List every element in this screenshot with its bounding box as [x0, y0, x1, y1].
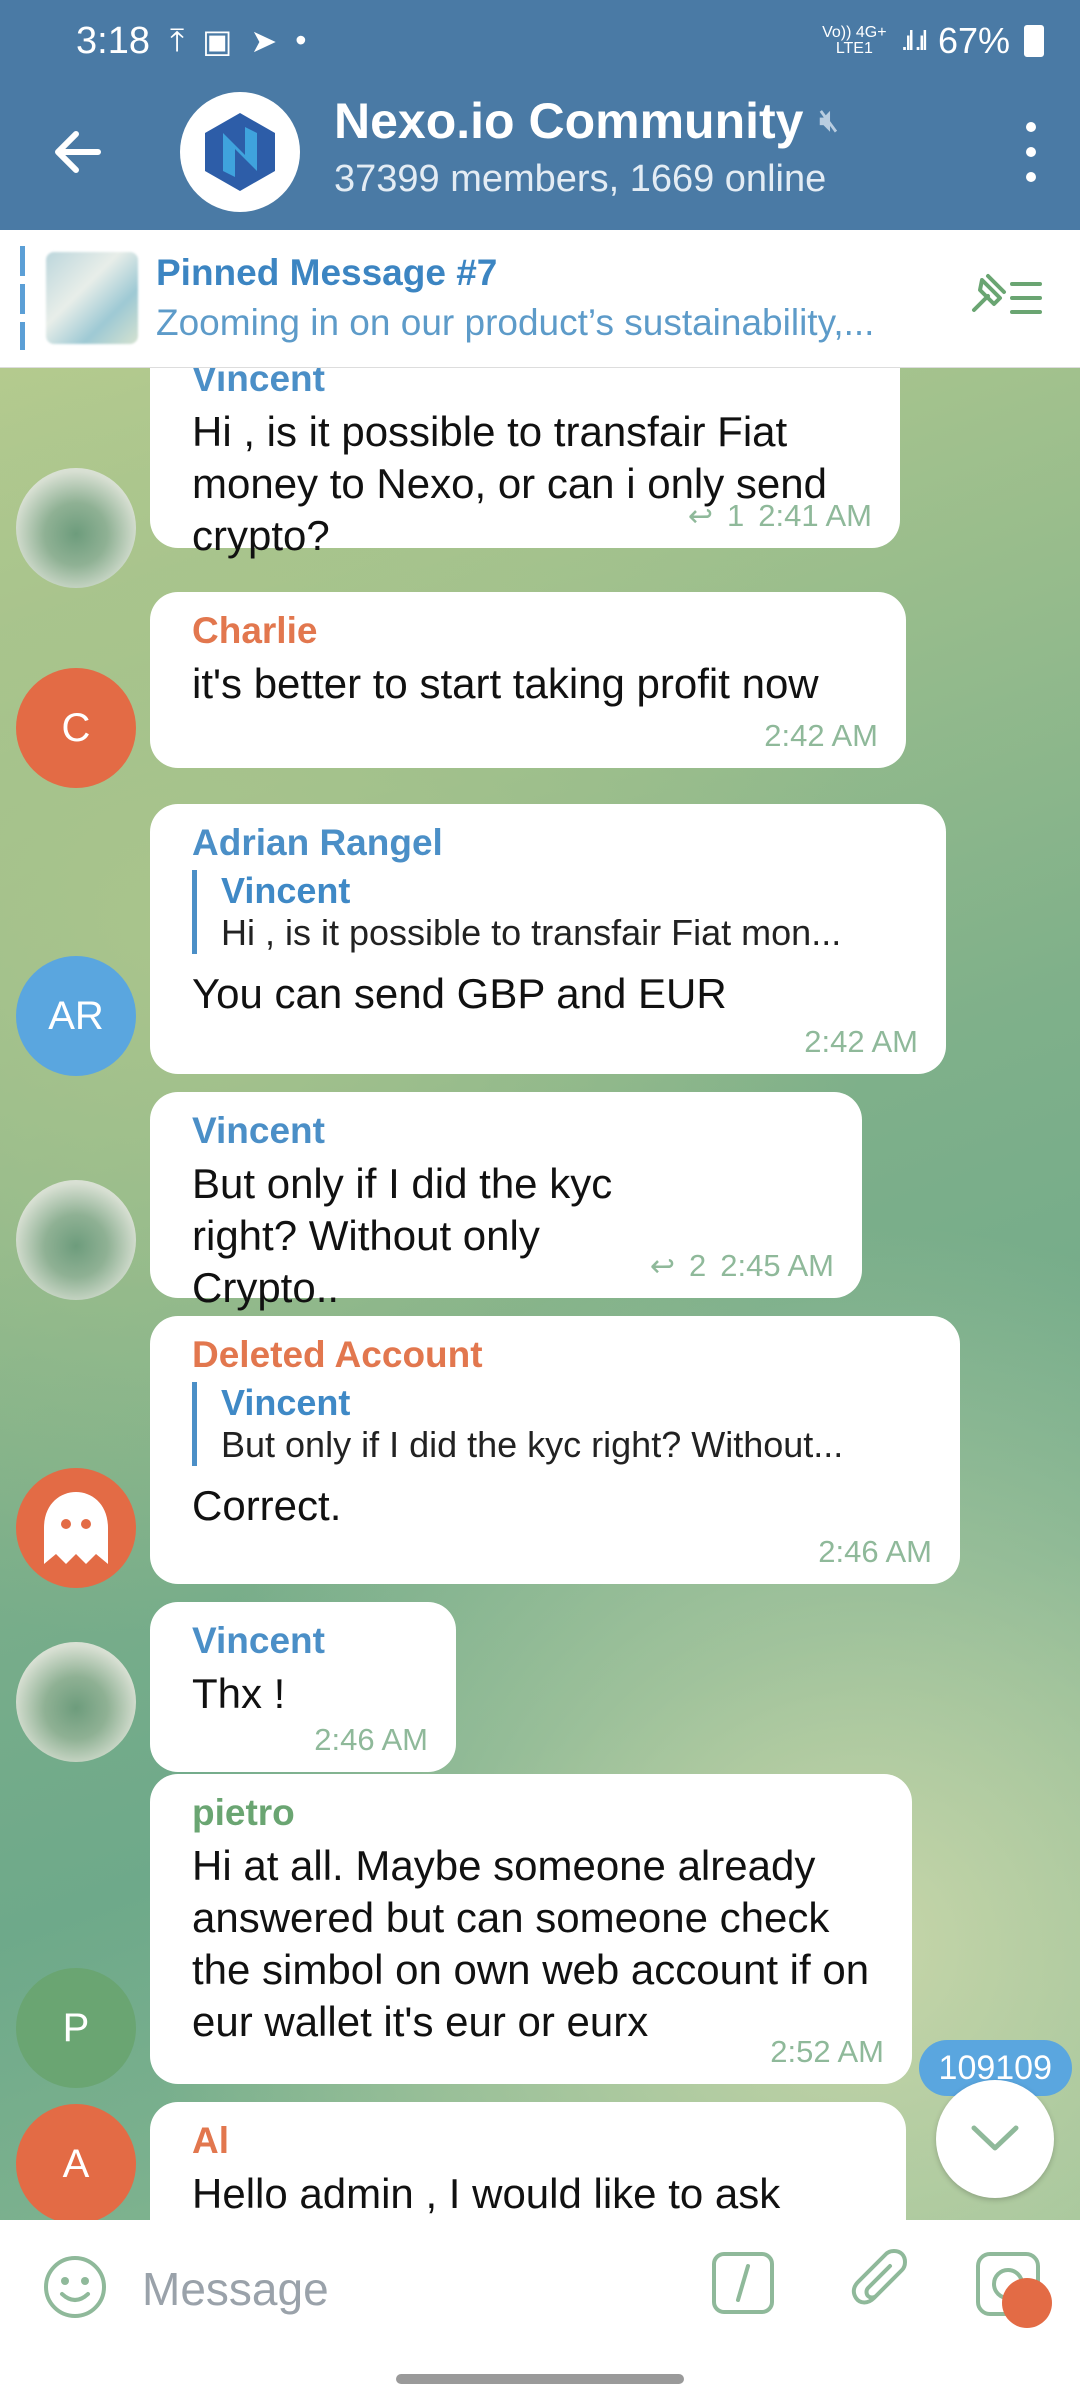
message-bubble[interactable]: Vincent Thx ! 2:46 AM — [150, 1602, 456, 1772]
status-bar: 3:18 ⤒ ▣ ➤ • Vo)) 4G+ LTE1 .ıl .ıl 67% — [0, 0, 1080, 76]
reply-quote[interactable]: Vincent But only if I did the kyc right?… — [192, 1382, 930, 1466]
message-time: 2:42 AM — [764, 718, 878, 753]
avatar[interactable]: AR — [16, 956, 136, 1076]
pinned-text: Zooming in on our product’s sustainabili… — [156, 302, 875, 343]
message-text: it's better to start taking profit now — [192, 660, 819, 707]
message-text: Thx ! — [192, 1670, 286, 1717]
message-bubble[interactable]: Al Hello admin , I would like to ask — [150, 2102, 906, 2220]
chevron-down-icon — [971, 2125, 1019, 2151]
reply-count[interactable]: 1 — [727, 498, 744, 534]
attach-icon[interactable] — [846, 2246, 914, 2322]
bot-command-icon[interactable] — [710, 2250, 776, 2316]
avatar[interactable]: C — [16, 668, 136, 788]
message-text: But only if I did the kyc right? Without… — [192, 1160, 613, 1311]
avatar[interactable] — [16, 1180, 136, 1300]
message-time: 2:46 AM — [818, 1534, 932, 1569]
message-sender[interactable]: Deleted Account — [192, 1334, 930, 1376]
message-sender[interactable]: pietro — [192, 1792, 882, 1834]
message-bubble[interactable]: Vincent But only if I did the kyc right?… — [150, 1092, 862, 1311]
avatar[interactable]: P — [16, 1968, 136, 2088]
message-text: Correct. — [192, 1482, 342, 1529]
message-text: Hi , is it possible to transfair Fiat mo… — [192, 408, 828, 559]
quote-sender: Vincent — [221, 870, 351, 911]
message-time: 2:46 AM — [314, 1722, 428, 1757]
recording-dot-icon — [1002, 2278, 1052, 2328]
signal-icon: .ıl .ıl — [900, 25, 928, 56]
message-time: 2:45 AM — [720, 1248, 834, 1283]
chat-title[interactable]: Nexo.io Community 🔇︎ — [334, 92, 838, 150]
nexo-logo-icon — [205, 113, 275, 191]
pinned-title: Pinned Message #7 — [156, 252, 498, 293]
battery-icon — [1024, 25, 1044, 57]
message-time: 2:52 AM — [770, 2034, 884, 2069]
avatar[interactable] — [16, 1642, 136, 1762]
reply-icon[interactable]: ↩ — [650, 1249, 675, 1284]
message-bubble[interactable]: Adrian Rangel Vincent Hi , is it possibl… — [150, 804, 946, 1074]
message-input[interactable]: Message — [142, 2262, 329, 2316]
message-bubble[interactable]: Charlie it's better to start taking prof… — [150, 592, 906, 768]
message-bubble[interactable]: Vincent Hi , is it possible to transfair… — [150, 368, 900, 559]
message-sender[interactable]: Adrian Rangel — [192, 822, 916, 864]
quote-text: But only if I did the kyc right? Without… — [221, 1424, 844, 1465]
message-bubble[interactable]: pietro Hi at all. Maybe someone already … — [150, 1774, 912, 2084]
reply-icon[interactable]: ↩ — [688, 499, 713, 534]
navigation-bar — [0, 2352, 1080, 2400]
message-sender[interactable]: Charlie — [192, 610, 876, 652]
message-sender[interactable]: Vincent — [192, 1620, 426, 1662]
pin-list-icon[interactable] — [968, 270, 1044, 326]
chat-subtitle: 37399 members, 1669 online — [334, 158, 827, 200]
back-arrow-icon[interactable] — [48, 122, 108, 182]
avatar[interactable]: A — [16, 2104, 136, 2220]
telegram-icon: ➤ — [250, 23, 278, 59]
message-time: 2:42 AM — [804, 1024, 918, 1059]
message-composer: Message — [0, 2220, 1080, 2352]
more-vert-icon[interactable] — [1016, 122, 1046, 182]
quote-sender: Vincent — [221, 1382, 351, 1423]
pinned-message-bar[interactable]: Pinned Message #7 Zooming in on our prod… — [0, 230, 1080, 368]
message-sender[interactable]: Vincent — [192, 368, 870, 400]
message-bubble[interactable]: Deleted Account Vincent But only if I di… — [150, 1316, 960, 1584]
pinned-thumbnail — [46, 252, 138, 344]
home-gesture-pill[interactable] — [396, 2374, 684, 2384]
emoji-icon[interactable] — [42, 2254, 108, 2320]
message-sender[interactable]: Al — [192, 2120, 876, 2162]
avatar[interactable] — [16, 468, 136, 588]
camera-button[interactable] — [974, 2250, 1052, 2328]
message-text: Hello admin , I would like to ask — [192, 2170, 781, 2217]
avatar[interactable] — [16, 1468, 136, 1588]
image-icon: ▣ — [202, 23, 233, 59]
pinned-indicator — [20, 246, 25, 350]
network-icon: Vo)) 4G+ LTE1 — [822, 24, 887, 57]
chat-header: Nexo.io Community 🔇︎ 37399 members, 1669… — [0, 76, 1080, 230]
message-text: You can send GBP and EUR — [192, 970, 727, 1017]
reply-count[interactable]: 2 — [689, 1248, 706, 1284]
quote-text: Hi , is it possible to transfair Fiat mo… — [221, 912, 842, 953]
message-text: Hi at all. Maybe someone already answere… — [192, 1842, 870, 2045]
status-time: 3:18 — [76, 20, 150, 62]
system-icons: Vo)) 4G+ LTE1 .ıl .ıl 67% — [822, 20, 1044, 62]
battery-text: 67% — [937, 20, 1010, 61]
mute-icon: 🔇︎ — [819, 104, 839, 137]
dot-icon: • — [295, 22, 307, 58]
reply-quote[interactable]: Vincent Hi , is it possible to transfair… — [192, 870, 916, 954]
scroll-down-button[interactable] — [936, 2080, 1054, 2198]
ghost-icon — [44, 1492, 108, 1564]
message-time: 2:41 AM — [758, 498, 872, 533]
message-list[interactable]: Vincent Hi , is it possible to transfair… — [0, 368, 1080, 2220]
upload-icon: ⤒ — [170, 22, 185, 58]
group-avatar[interactable] — [180, 92, 300, 212]
notification-icons: ⤒ ▣ ➤ • — [170, 22, 306, 60]
message-sender[interactable]: Vincent — [192, 1110, 832, 1152]
